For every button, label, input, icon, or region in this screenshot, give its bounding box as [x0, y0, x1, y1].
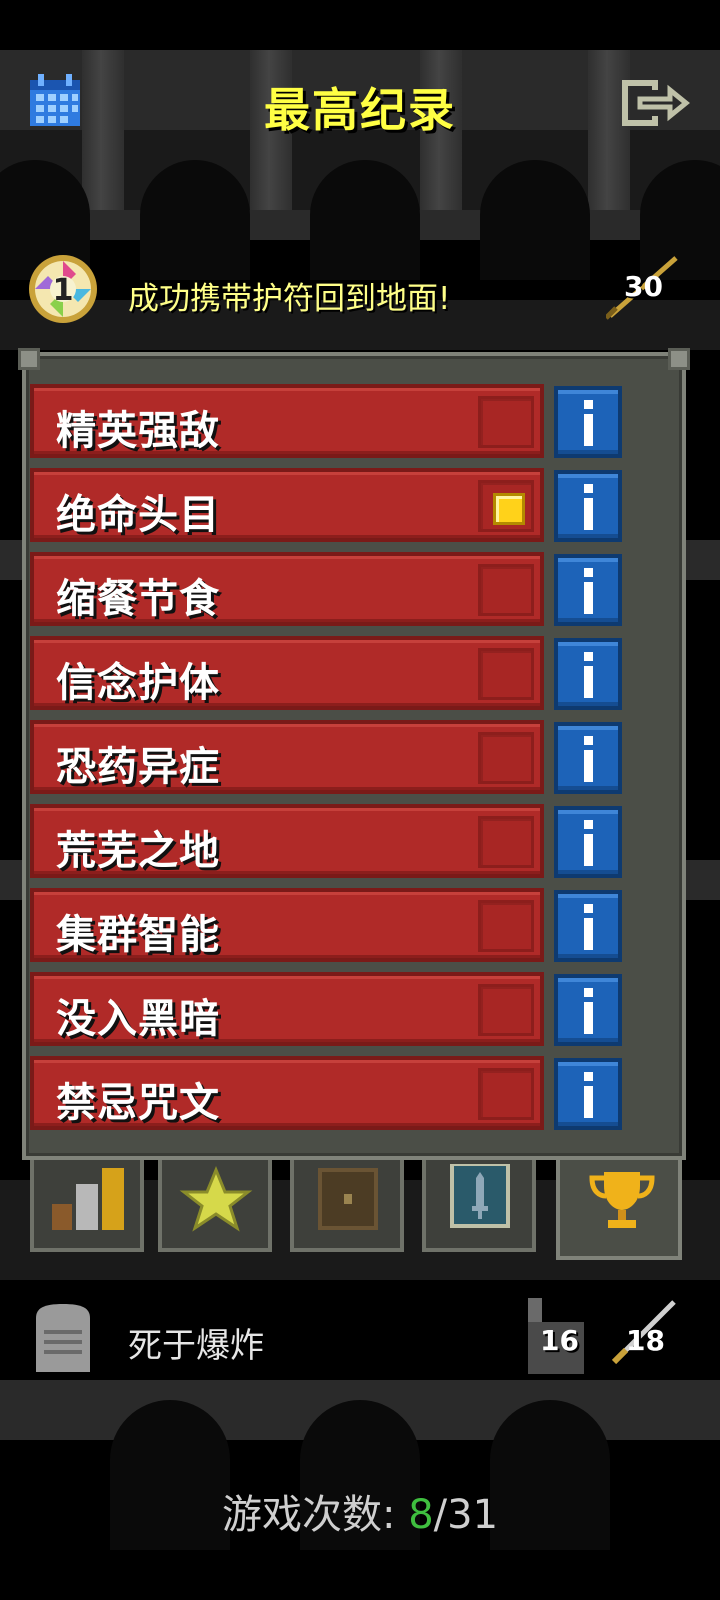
- info-icon: [584, 988, 593, 997]
- challenge-row[interactable]: 集群智能: [30, 888, 544, 962]
- level-value: 18: [626, 1324, 665, 1357]
- info-icon: [584, 736, 593, 745]
- victory-text: 成功携带护符回到地面!: [128, 281, 451, 317]
- depth-stat: 16: [524, 1294, 596, 1380]
- challenge-row[interactable]: 信念护体: [30, 636, 544, 710]
- window-corner: [18, 348, 40, 370]
- challenge-label: 绝命头目: [56, 492, 220, 538]
- challenge-checkbox[interactable]: [478, 816, 534, 868]
- info-icon: [584, 918, 593, 950]
- badge-number: 1: [53, 273, 74, 308]
- info-icon: [584, 652, 593, 661]
- challenge-label: 缩餐节食: [56, 576, 220, 622]
- info-icon: [584, 904, 593, 913]
- challenge-checkbox[interactable]: [478, 1068, 534, 1120]
- info-icon: [584, 568, 593, 577]
- challenge-checkbox[interactable]: [478, 564, 534, 616]
- death-cause: 死于爆炸: [128, 1326, 264, 1366]
- info-button[interactable]: [554, 722, 622, 794]
- info-icon: [584, 484, 593, 493]
- chest-icon: [318, 1168, 378, 1230]
- challenge-row[interactable]: 精英强敌: [30, 384, 544, 458]
- challenge-label: 没入黑暗: [56, 996, 220, 1042]
- challenge-row[interactable]: 荒芜之地: [30, 804, 544, 878]
- victory-depth-value: 30: [624, 270, 663, 303]
- info-icon: [584, 582, 593, 614]
- info-icon: [584, 750, 593, 782]
- challenge-checkbox[interactable]: [478, 648, 534, 700]
- challenge-label: 精英强敌: [56, 408, 220, 454]
- exit-icon: [622, 80, 690, 126]
- info-button[interactable]: [554, 554, 622, 626]
- challenge-row[interactable]: 绝命头目: [30, 468, 544, 542]
- tab-badges[interactable]: [158, 1160, 272, 1252]
- challenge-label: 集群智能: [56, 912, 220, 958]
- challenge-checkbox[interactable]: [478, 396, 534, 448]
- info-icon: [584, 400, 593, 409]
- tab-rankings[interactable]: [30, 1160, 144, 1252]
- star-icon: [179, 1166, 253, 1232]
- sword-card-icon: [450, 1164, 510, 1228]
- challenge-label: 信念护体: [56, 660, 220, 706]
- exit-button[interactable]: [618, 76, 690, 130]
- page-title: 最高纪录: [264, 83, 456, 137]
- victory-depth: 30: [606, 256, 680, 320]
- info-icon: [584, 666, 593, 698]
- level-stat: 18: [612, 1294, 684, 1380]
- info-icon: [584, 414, 593, 446]
- amulet-badge: 1: [26, 252, 100, 326]
- challenge-row[interactable]: 缩餐节食: [30, 552, 544, 626]
- info-button[interactable]: [554, 638, 622, 710]
- games-won: 8: [408, 1492, 434, 1538]
- info-button[interactable]: [554, 470, 622, 542]
- games-played: 游戏次数: 8/31: [0, 1482, 720, 1540]
- trophy-icon: [589, 1172, 655, 1228]
- challenge-label: 禁忌咒文: [56, 1080, 220, 1126]
- info-button[interactable]: [554, 974, 622, 1046]
- challenge-checkbox[interactable]: [478, 480, 534, 532]
- tab-challenges[interactable]: [556, 1160, 682, 1260]
- challenge-row[interactable]: 禁忌咒文: [30, 1056, 544, 1130]
- info-button[interactable]: [554, 806, 622, 878]
- tab-catalog[interactable]: [290, 1160, 404, 1252]
- games-total: /31: [433, 1492, 499, 1538]
- amulet-badge-icon: 1: [29, 255, 97, 323]
- info-button[interactable]: [554, 386, 622, 458]
- challenge-row[interactable]: 没入黑暗: [30, 972, 544, 1046]
- challenge-label: 荒芜之地: [56, 828, 220, 874]
- info-icon: [584, 820, 593, 829]
- challenge-checkbox[interactable]: [478, 900, 534, 952]
- info-button[interactable]: [554, 1058, 622, 1130]
- challenge-checkbox[interactable]: [478, 984, 534, 1036]
- info-icon: [584, 1002, 593, 1034]
- tab-journal[interactable]: [422, 1160, 536, 1252]
- challenge-label: 恐药异症: [56, 744, 220, 790]
- window-corner: [668, 348, 690, 370]
- info-icon: [584, 1086, 593, 1118]
- challenge-checkbox[interactable]: [478, 732, 534, 784]
- info-icon: [584, 1072, 593, 1081]
- tombstone-icon: [36, 1304, 90, 1372]
- info-button[interactable]: [554, 890, 622, 962]
- stats-bars-icon: [52, 1168, 124, 1230]
- info-icon: [584, 498, 593, 530]
- tombstone: [30, 1302, 96, 1372]
- challenge-row[interactable]: 恐药异症: [30, 720, 544, 794]
- games-label: 游戏次数:: [221, 1492, 396, 1538]
- info-icon: [584, 834, 593, 866]
- depth-value: 16: [540, 1324, 579, 1357]
